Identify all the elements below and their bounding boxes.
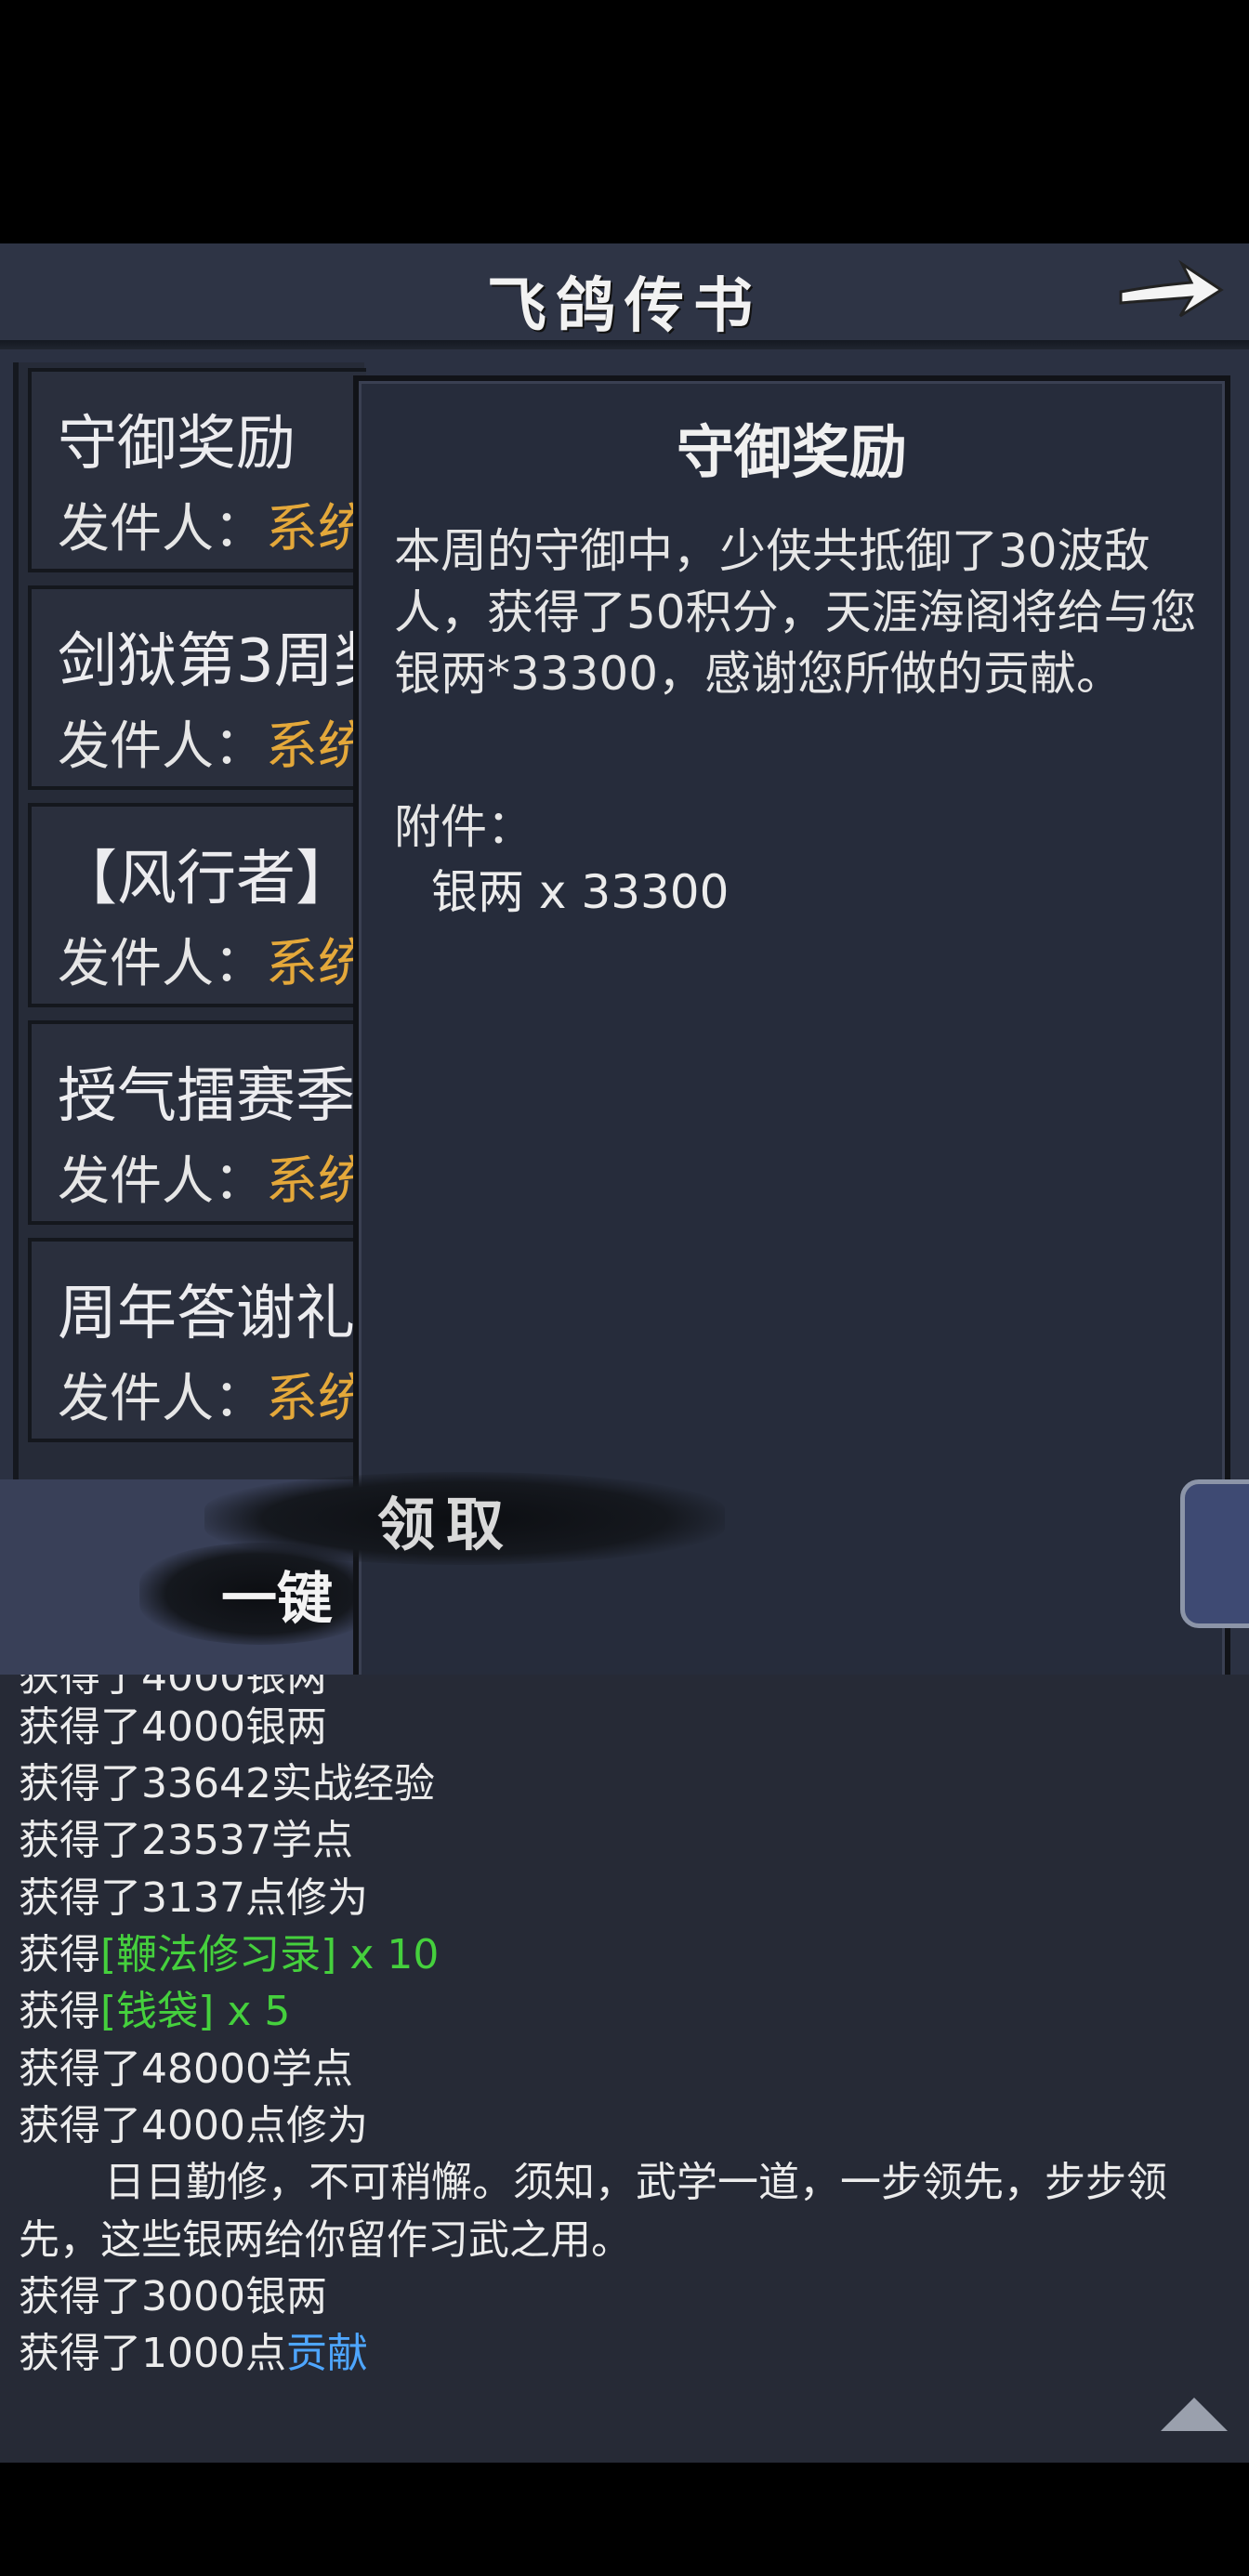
- log-line: 获得了1000点贡献: [19, 2330, 368, 2377]
- log-line: 获得了3137点修为: [19, 1874, 368, 1922]
- message-log: 获得了4000银两 获得了4000银两 获得了33642实战经验 获得了2353…: [0, 1675, 1249, 2463]
- log-line: 获得[鞭法修习录] x 10: [19, 1931, 440, 1978]
- mail-sender: 发件人：系统: [58, 499, 370, 559]
- log-line: 获得了48000学点: [19, 2045, 353, 2093]
- back-arrow-icon[interactable]: [1115, 255, 1227, 335]
- detail-body: 本周的守御中，少侠共抵御了30波敌人，获得了50积分，天涯海阁将给与您银两*33…: [394, 524, 1197, 701]
- log-line: 获得了23537学点: [19, 1817, 353, 1864]
- page-title: 飞鸽传书: [487, 271, 762, 341]
- mail-subject: 授气擂赛季: [58, 1062, 355, 1131]
- mail-subject: 周年答谢礼: [58, 1280, 355, 1348]
- mail-item[interactable]: 授气擂赛季 发件人：系统: [28, 1020, 370, 1225]
- mail-item[interactable]: 守御奖励 发件人：系统: [28, 368, 370, 572]
- log-line: 获得了33642实战经验: [19, 1760, 435, 1807]
- log-line: 获得[钱袋] x 5: [19, 1988, 291, 2035]
- mail-item[interactable]: 【风行者】挑 发件人：系统: [28, 803, 414, 1007]
- mail-subject: 剑狱第3周奖: [58, 627, 393, 696]
- log-line: 获得了4000银两: [19, 1703, 327, 1751]
- attachment-item: 银两 x 33300: [431, 865, 730, 919]
- log-line: 获得了4000点修为: [19, 2102, 368, 2149]
- header-bar: 飞鸽传书: [0, 243, 1249, 346]
- mail-sender: 发件人：系统: [58, 1369, 370, 1429]
- mail-subject: 守御奖励: [58, 410, 296, 479]
- log-line: 获得了3000银两: [19, 2273, 327, 2320]
- side-menu-tab[interactable]: [1180, 1479, 1249, 1628]
- claim-button[interactable]: 领取: [204, 1472, 725, 1574]
- log-paragraph: 先，这些银两给你留作习武之用。: [19, 2216, 632, 2264]
- item-link: [钱袋] x 5: [100, 1988, 291, 2035]
- contribution-link[interactable]: 贡献: [286, 2330, 368, 2377]
- mail-sender: 发件人：系统: [58, 716, 370, 777]
- header-divider: [0, 340, 1249, 349]
- mail-item[interactable]: 周年答谢礼 发件人：系统: [28, 1238, 370, 1442]
- scroll-up-icon[interactable]: [1157, 2390, 1231, 2437]
- mail-sender: 发件人：系统: [58, 1151, 370, 1212]
- log-paragraph: 日日勤修，不可稍懈。须知，武学一道，一步领先，步步领: [104, 2159, 1167, 2206]
- game-screen: 飞鸽传书 守御奖励 发件人：系统 剑狱第3周奖 发件人：系统 【风行者】挑 发件…: [0, 243, 1249, 2463]
- detail-title: 守御奖励: [676, 418, 907, 486]
- claim-label: 领取: [376, 1491, 515, 1558]
- attachment-label: 附件：: [394, 800, 533, 854]
- mail-sender: 发件人：系统: [58, 934, 370, 994]
- item-link: [鞭法修习录] x 10: [100, 1931, 440, 1978]
- mail-item[interactable]: 剑狱第3周奖 发件人：系统: [28, 585, 393, 790]
